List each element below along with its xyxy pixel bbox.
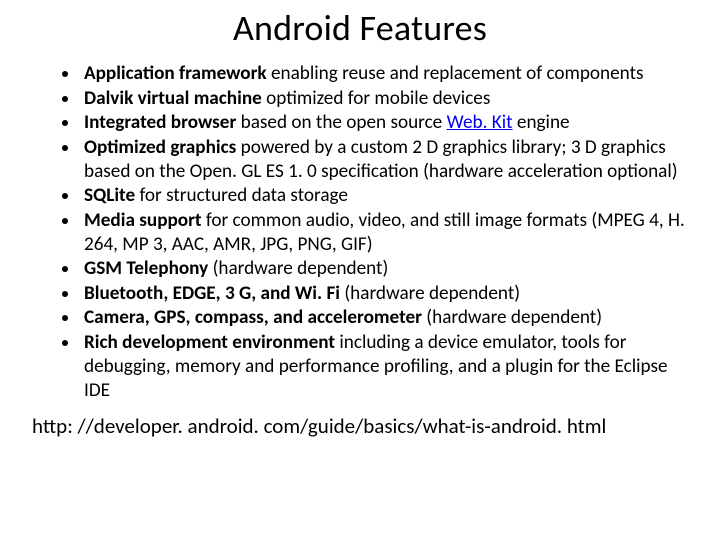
- feature-rest: (hardware dependent): [208, 257, 388, 280]
- feature-lead: Integrated browser: [84, 111, 236, 134]
- feature-rest-pre: based on the open source: [236, 111, 446, 134]
- slide-title: Android Features: [30, 6, 690, 50]
- list-item: Bluetooth, EDGE, 3 G, and Wi. Fi (hardwa…: [80, 282, 690, 306]
- feature-rest: enabling reuse and replacement of compon…: [267, 62, 644, 85]
- list-item: Rich development environment including a…: [80, 331, 690, 403]
- list-item: Media support for common audio, video, a…: [80, 209, 690, 257]
- list-item: SQLite for structured data storage: [80, 184, 690, 208]
- list-item: Camera, GPS, compass, and accelerometer …: [80, 306, 690, 330]
- feature-lead: Camera, GPS, compass, and accelerometer: [84, 306, 422, 329]
- list-item: GSM Telephony (hardware dependent): [80, 257, 690, 281]
- feature-lead: GSM Telephony: [84, 257, 208, 280]
- feature-rest: optimized for mobile devices: [262, 87, 491, 110]
- slide: Android Features Application framework e…: [0, 0, 720, 540]
- feature-lead: Bluetooth, EDGE, 3 G, and Wi. Fi: [84, 282, 340, 305]
- footer-url: http: //developer. android. com/guide/ba…: [32, 413, 690, 439]
- list-item: Integrated browser based on the open sou…: [80, 111, 690, 135]
- webkit-link[interactable]: Web. Kit: [447, 111, 513, 134]
- feature-list: Application framework enabling reuse and…: [30, 62, 690, 403]
- list-item: Dalvik virtual machine optimized for mob…: [80, 87, 690, 111]
- feature-lead: Application framework: [84, 62, 267, 85]
- list-item: Optimized graphics powered by a custom 2…: [80, 136, 690, 184]
- feature-rest: (hardware dependent): [422, 306, 602, 329]
- feature-lead: SQLite: [84, 184, 135, 207]
- feature-lead: Media support: [84, 209, 202, 232]
- list-item: Application framework enabling reuse and…: [80, 62, 690, 86]
- feature-lead: Rich development environment: [84, 331, 335, 354]
- feature-lead: Optimized graphics: [84, 136, 236, 159]
- feature-rest: (hardware dependent): [340, 282, 520, 305]
- feature-rest: for structured data storage: [135, 184, 348, 207]
- feature-lead: Dalvik virtual machine: [84, 87, 262, 110]
- feature-rest-post: engine: [513, 111, 570, 134]
